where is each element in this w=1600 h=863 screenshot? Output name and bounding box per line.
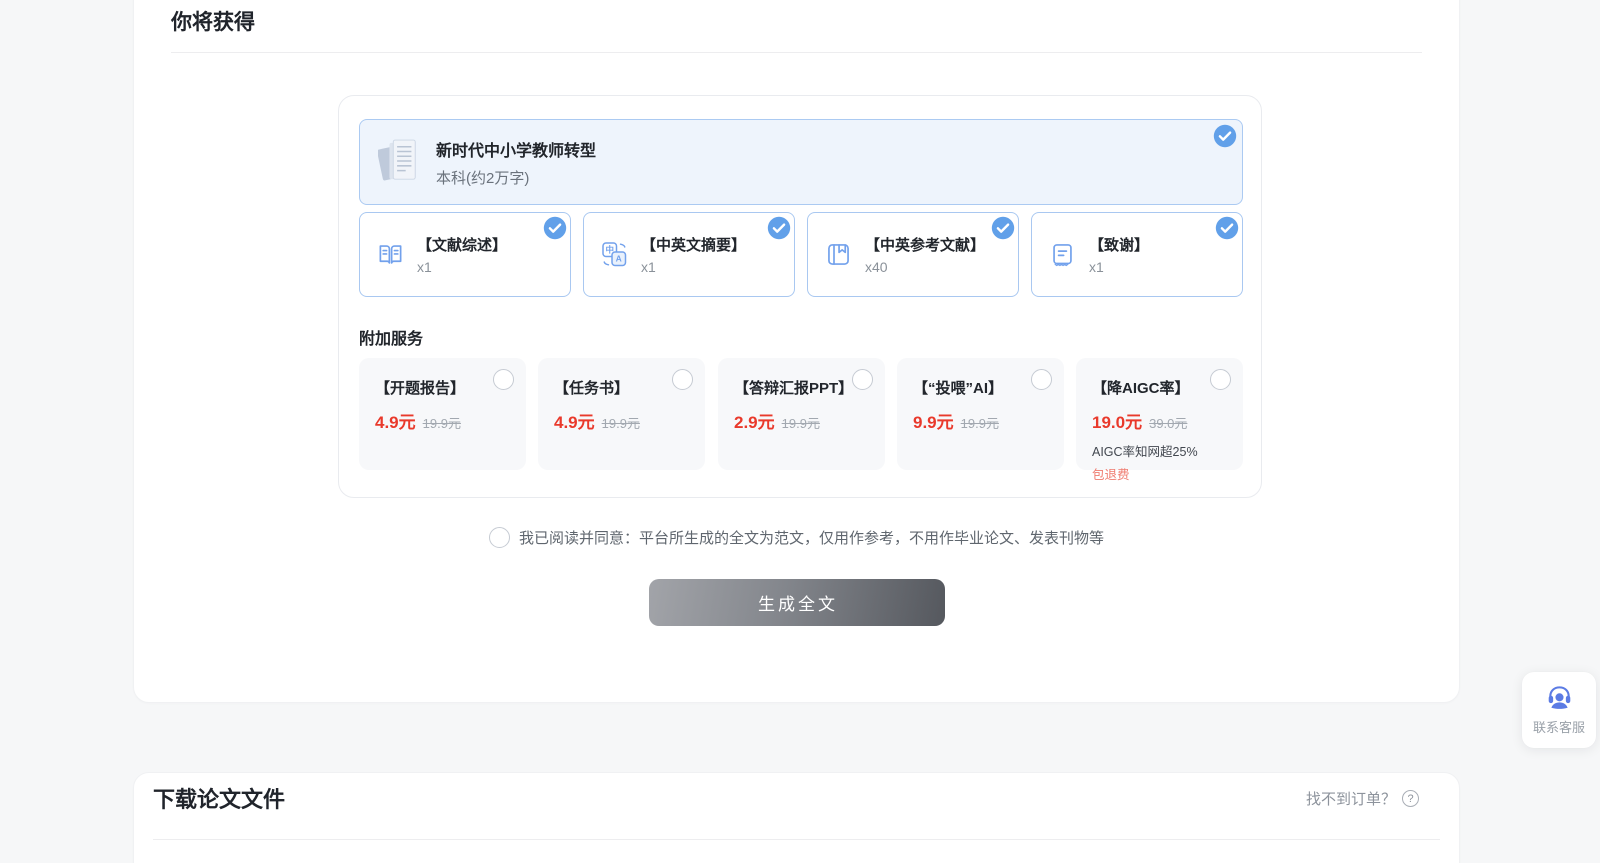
addon-card-reduce-aigc[interactable]: 【降AIGC率】 19.0元 39.0元 AIGC率知网超25% 包退费 bbox=[1076, 358, 1243, 470]
include-count: x40 bbox=[865, 259, 985, 275]
agreement-text: 我已阅读并同意：平台所生成的全文为范文，仅用作参考，不用作毕业论文、发表刊物等 bbox=[519, 527, 1104, 548]
addon-price: 19.0元 bbox=[1092, 408, 1142, 433]
include-text: 【文献综述】 x1 bbox=[417, 234, 507, 275]
addons-title: 附加服务 bbox=[359, 325, 423, 349]
reference-book-icon bbox=[825, 241, 852, 268]
addon-original-price: 19.9元 bbox=[961, 413, 999, 432]
addon-radio[interactable] bbox=[493, 369, 514, 390]
download-title: 下载论文文件 bbox=[153, 782, 285, 814]
page: 你将获得 新时代中小学教师转型 本科(约2万字) bbox=[0, 0, 1600, 863]
addon-price: 4.9元 bbox=[375, 408, 416, 433]
addon-price-row: 2.9元 19.9元 bbox=[734, 408, 873, 433]
agreement-radio[interactable] bbox=[489, 527, 510, 548]
include-label: 【中英参考文献】 bbox=[865, 234, 985, 255]
section-divider bbox=[171, 52, 1422, 53]
addon-price: 9.9元 bbox=[913, 408, 954, 433]
addon-price: 4.9元 bbox=[554, 408, 595, 433]
check-badge-icon bbox=[1215, 216, 1239, 240]
include-card-literature-review[interactable]: 【文献综述】 x1 bbox=[359, 212, 571, 297]
include-card-abstract[interactable]: 中 A 【中英文摘要】 x1 bbox=[583, 212, 795, 297]
addon-original-price: 19.9元 bbox=[782, 413, 820, 432]
addon-price-row: 4.9元 19.9元 bbox=[375, 408, 514, 433]
product-card[interactable]: 新时代中小学教师转型 本科(约2万字) bbox=[359, 119, 1243, 205]
addon-card-proposal-report[interactable]: 【开题报告】 4.9元 19.9元 bbox=[359, 358, 526, 470]
open-book-icon bbox=[377, 241, 404, 268]
include-label: 【中英文摘要】 bbox=[641, 234, 746, 255]
addon-note: AIGC率知网超25% bbox=[1092, 441, 1231, 460]
include-label: 【致谢】 bbox=[1089, 234, 1149, 255]
addon-radio[interactable] bbox=[672, 369, 693, 390]
product-text: 新时代中小学教师转型 本科(约2万字) bbox=[436, 137, 596, 188]
generate-fulltext-button[interactable]: 生成全文 bbox=[649, 579, 945, 626]
you-get-section: 你将获得 新时代中小学教师转型 本科(约2万字) bbox=[133, 0, 1460, 703]
svg-text:A: A bbox=[616, 254, 622, 264]
offer-container: 新时代中小学教师转型 本科(约2万字) 【文献综述】 x1 bbox=[338, 95, 1262, 498]
addon-price-row: 19.0元 39.0元 bbox=[1092, 408, 1231, 433]
agreement-row: 我已阅读并同意：平台所生成的全文为范文，仅用作参考，不用作毕业论文、发表刊物等 bbox=[134, 527, 1459, 548]
contact-support-widget[interactable]: 联系客服 bbox=[1522, 672, 1596, 748]
include-text: 【中英文摘要】 x1 bbox=[641, 234, 746, 275]
addon-radio[interactable] bbox=[852, 369, 873, 390]
addon-card-defense-ppt[interactable]: 【答辩汇报PPT】 2.9元 19.9元 bbox=[718, 358, 885, 470]
you-get-title: 你将获得 bbox=[171, 6, 255, 36]
addon-original-price: 19.9元 bbox=[602, 413, 640, 432]
addon-original-price: 19.9元 bbox=[423, 413, 461, 432]
include-count: x1 bbox=[417, 259, 507, 275]
product-title: 新时代中小学教师转型 bbox=[436, 137, 596, 161]
contact-support-label: 联系客服 bbox=[1533, 717, 1585, 736]
section-divider bbox=[153, 839, 1440, 840]
addon-refund-note: 包退费 bbox=[1092, 464, 1231, 483]
include-card-acknowledgement[interactable]: 【致谢】 x1 bbox=[1031, 212, 1243, 297]
check-badge-icon bbox=[1213, 124, 1237, 148]
cant-find-order-link[interactable]: 找不到订单？ ? bbox=[1306, 788, 1419, 809]
include-text: 【中英参考文献】 x40 bbox=[865, 234, 985, 275]
document-stack-icon bbox=[378, 135, 420, 189]
download-section: 下载论文文件 找不到订单？ ? bbox=[133, 772, 1460, 863]
include-card-references[interactable]: 【中英参考文献】 x40 bbox=[807, 212, 1019, 297]
include-label: 【文献综述】 bbox=[417, 234, 507, 255]
product-subtitle: 本科(约2万字) bbox=[436, 167, 596, 188]
addon-price-row: 4.9元 19.9元 bbox=[554, 408, 693, 433]
translate-icon: 中 A bbox=[601, 241, 628, 268]
check-badge-icon bbox=[543, 216, 567, 240]
addon-card-feed-ai[interactable]: 【“投喂”AI】 9.9元 19.9元 bbox=[897, 358, 1064, 470]
include-count: x1 bbox=[1089, 259, 1149, 275]
include-text: 【致谢】 x1 bbox=[1089, 234, 1149, 275]
check-badge-icon bbox=[991, 216, 1015, 240]
addon-original-price: 39.0元 bbox=[1149, 413, 1187, 432]
question-circle-icon[interactable]: ? bbox=[1402, 790, 1419, 807]
addon-radio[interactable] bbox=[1031, 369, 1052, 390]
check-badge-icon bbox=[767, 216, 791, 240]
addon-radio[interactable] bbox=[1210, 369, 1231, 390]
note-icon bbox=[1049, 241, 1076, 268]
cant-find-order-text: 找不到订单？ bbox=[1306, 788, 1396, 809]
include-count: x1 bbox=[641, 259, 746, 275]
addon-price: 2.9元 bbox=[734, 408, 775, 433]
addon-card-task-book[interactable]: 【任务书】 4.9元 19.9元 bbox=[538, 358, 705, 470]
addon-price-row: 9.9元 19.9元 bbox=[913, 408, 1052, 433]
headset-icon bbox=[1546, 684, 1573, 711]
